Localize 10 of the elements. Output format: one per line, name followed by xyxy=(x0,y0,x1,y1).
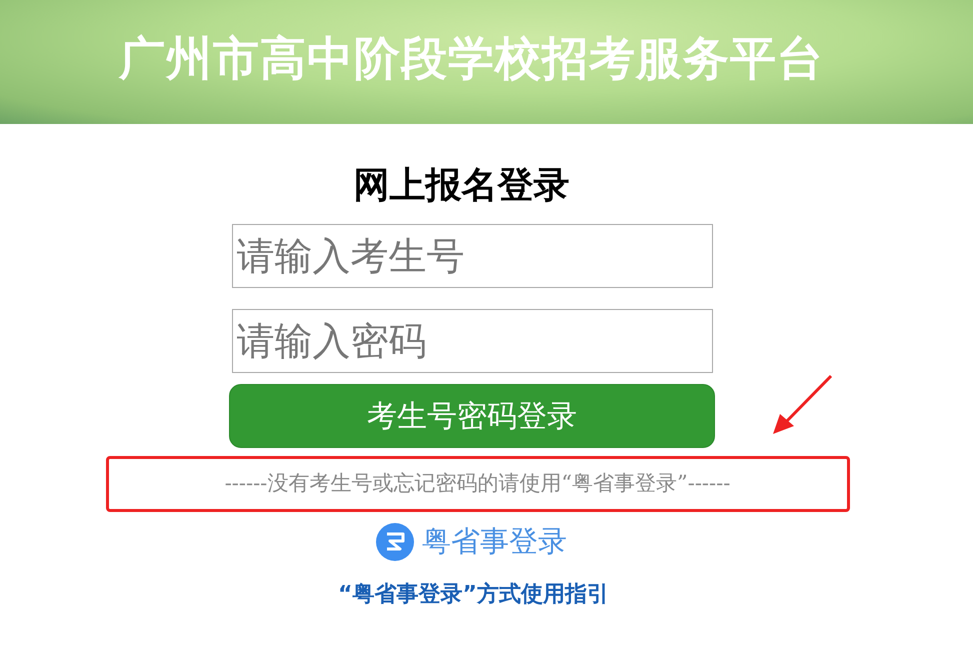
site-title: 广州市高中阶段学校招考服务平台 xyxy=(119,35,824,81)
input-field[interactable]: 请输入考生号 xyxy=(232,224,712,288)
hint-text: ------没有考生号或忘记密码的请使用“粤省事登录”------ xyxy=(224,470,730,498)
login-button[interactable]: 考生号密码登录 xyxy=(229,384,715,448)
guide-link[interactable]: “粤省事登录”方式使用指引 xyxy=(338,578,609,610)
login-heading: 网上报名登录 xyxy=(354,168,570,204)
app-logo-icon xyxy=(376,522,414,561)
input-field[interactable]: 请输入密码 xyxy=(232,309,712,373)
alt-login-button[interactable]: 粤省事登录 xyxy=(376,520,567,564)
annotation-arrow xyxy=(770,374,834,436)
